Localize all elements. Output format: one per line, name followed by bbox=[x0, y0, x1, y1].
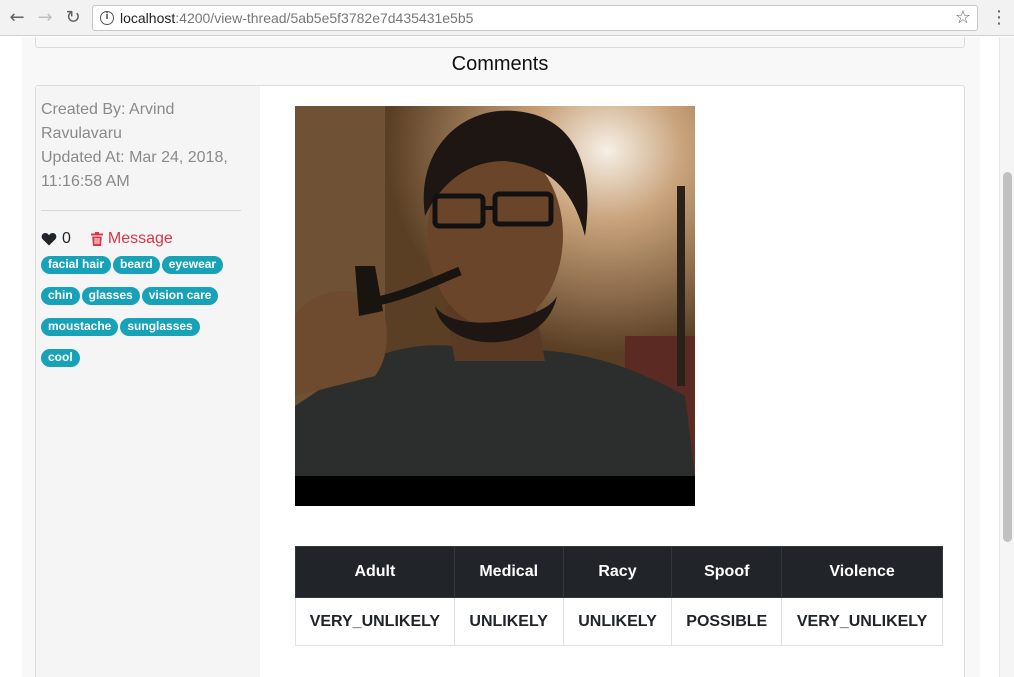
tag-badge: beard bbox=[113, 256, 160, 274]
comment-card: Created By: Arvind Ravulavaru Updated At… bbox=[35, 85, 965, 677]
table-cell: UNLIKELY bbox=[453, 597, 564, 646]
safe-search-table: Adult Medical Racy Spoof Violence VERY_U… bbox=[295, 546, 943, 646]
delete-message-link[interactable]: Message bbox=[108, 230, 173, 248]
back-arrow-icon[interactable]: ← bbox=[6, 7, 28, 29]
url-path: :4200/view-thread/5ab5e5f3782e7d435431e5… bbox=[175, 10, 474, 26]
photo-image bbox=[295, 106, 695, 506]
column-header: Violence bbox=[781, 546, 943, 598]
tag-badge: moustache bbox=[41, 318, 119, 336]
tag-badge: glasses bbox=[81, 287, 140, 305]
tag-badge: sunglasses bbox=[120, 318, 200, 336]
comment-actions: 0 Message bbox=[41, 229, 173, 249]
reload-icon[interactable]: ↻ bbox=[62, 7, 84, 29]
url-host: localhost bbox=[120, 10, 176, 26]
column-header: Racy bbox=[562, 546, 673, 598]
table-cell: POSSIBLE bbox=[671, 597, 783, 646]
table-cell: UNLIKELY bbox=[562, 597, 673, 646]
column-header: Adult bbox=[295, 546, 455, 598]
browser-menu-icon[interactable]: ⋮ bbox=[990, 7, 1008, 29]
tag-badge: facial hair bbox=[41, 256, 112, 274]
like-count: 0 bbox=[62, 230, 71, 247]
created-by-line2: Ravulavaru bbox=[41, 125, 122, 142]
tag-badge: chin bbox=[41, 287, 80, 305]
tag-row: facial hair beard eyewear bbox=[41, 256, 251, 287]
updated-at-line1: Updated At: Mar 24, 2018, bbox=[41, 149, 228, 166]
created-by-line1: Created By: Arvind bbox=[41, 101, 175, 118]
tag-row: moustache sunglasses bbox=[41, 318, 251, 349]
meta-divider bbox=[41, 210, 241, 211]
column-header: Spoof bbox=[671, 546, 783, 598]
previous-card-bottom bbox=[35, 37, 965, 48]
label-tags: facial hair beard eyewear chin glasses v… bbox=[41, 256, 251, 380]
column-header: Medical bbox=[453, 546, 564, 598]
info-icon[interactable]: i bbox=[100, 11, 114, 25]
table-header-row: Adult Medical Racy Spoof Violence bbox=[295, 546, 943, 598]
url-text[interactable]: localhost:4200/view-thread/5ab5e5f3782e7… bbox=[120, 10, 473, 26]
comments-heading: Comments bbox=[451, 53, 549, 75]
uploaded-photo bbox=[295, 106, 695, 506]
vertical-scrollbar[interactable] bbox=[999, 37, 1014, 677]
comment-meta: Created By: Arvind Ravulavaru Updated At… bbox=[41, 98, 241, 194]
table-row: VERY_UNLIKELY UNLIKELY UNLIKELY POSSIBLE… bbox=[295, 597, 943, 646]
heart-icon[interactable] bbox=[41, 231, 57, 247]
trash-icon[interactable] bbox=[90, 232, 103, 246]
tag-badge: vision care bbox=[141, 287, 219, 305]
bookmark-star-icon[interactable]: ☆ bbox=[955, 7, 971, 28]
forward-arrow-icon[interactable]: → bbox=[34, 7, 56, 29]
address-bar[interactable]: i localhost:4200/view-thread/5ab5e5f3782… bbox=[92, 5, 978, 31]
tag-badge: cool bbox=[41, 349, 80, 367]
comment-meta-column: Created By: Arvind Ravulavaru Updated At… bbox=[36, 86, 260, 677]
table-cell: VERY_UNLIKELY bbox=[295, 597, 455, 646]
tag-row: cool bbox=[41, 349, 251, 380]
tag-badge: eyewear bbox=[161, 256, 224, 274]
page-viewport: Comments Created By: Arvind Ravulavaru U… bbox=[0, 37, 1014, 677]
updated-at-line2: 11:16:58 AM bbox=[41, 173, 130, 190]
tag-row: chin glasses vision care bbox=[41, 287, 251, 318]
scrollbar-thumb[interactable] bbox=[1003, 172, 1012, 542]
table-cell: VERY_UNLIKELY bbox=[781, 597, 943, 646]
browser-toolbar: ← → ↻ i localhost:4200/view-thread/5ab5e… bbox=[0, 0, 1014, 36]
